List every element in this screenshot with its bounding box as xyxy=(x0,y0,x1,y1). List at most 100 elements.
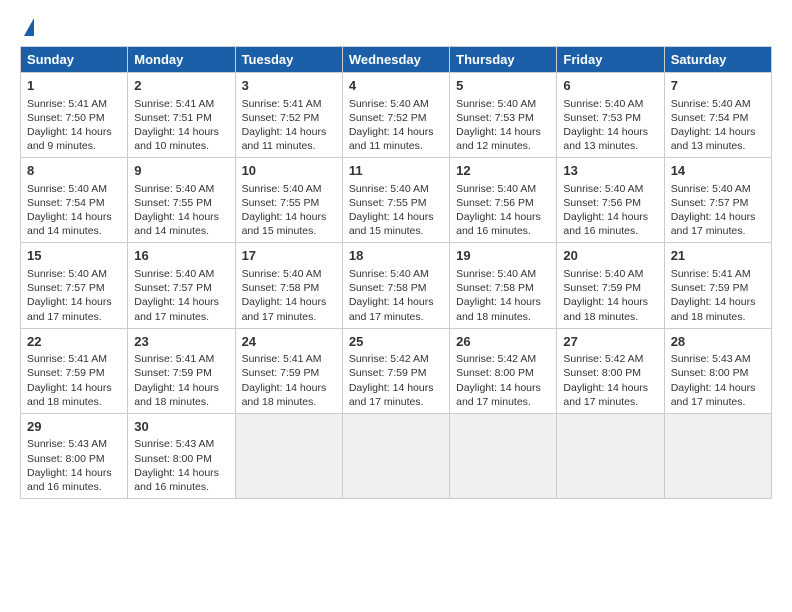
cell-line: Sunrise: 5:40 AM xyxy=(349,97,443,111)
cell-line: Daylight: 14 hours xyxy=(349,295,443,309)
cell-line: Sunset: 7:58 PM xyxy=(242,281,336,295)
header xyxy=(20,18,772,36)
calendar-table: SundayMondayTuesdayWednesdayThursdayFrid… xyxy=(20,46,772,499)
cell-line: Sunset: 7:50 PM xyxy=(27,111,121,125)
day-header-sunday: Sunday xyxy=(21,47,128,73)
calendar-cell: 29Sunrise: 5:43 AMSunset: 8:00 PMDayligh… xyxy=(21,413,128,498)
cell-line: and 9 minutes. xyxy=(27,139,121,153)
cell-line: Sunrise: 5:40 AM xyxy=(671,182,765,196)
calendar-cell: 2 Sunrise: 5:41 AMSunset: 7:51 PMDaylight… xyxy=(128,73,235,158)
cell-line: Sunrise: 5:41 AM xyxy=(242,352,336,366)
calendar-header-row: SundayMondayTuesdayWednesdayThursdayFrid… xyxy=(21,47,772,73)
calendar-week-row: 22Sunrise: 5:41 AMSunset: 7:59 PMDayligh… xyxy=(21,328,772,413)
cell-line: Sunrise: 5:41 AM xyxy=(671,267,765,281)
day-number: 30 xyxy=(134,418,228,436)
cell-line: Daylight: 14 hours xyxy=(242,295,336,309)
cell-line: Sunset: 7:55 PM xyxy=(349,196,443,210)
cell-line: Sunset: 7:57 PM xyxy=(671,196,765,210)
calendar-cell: 17Sunrise: 5:40 AMSunset: 7:58 PMDayligh… xyxy=(235,243,342,328)
cell-line: and 18 minutes. xyxy=(671,310,765,324)
cell-line: and 16 minutes. xyxy=(456,224,550,238)
day-number: 6 xyxy=(563,77,657,95)
cell-line: Sunrise: 5:40 AM xyxy=(349,267,443,281)
cell-line: Daylight: 14 hours xyxy=(134,381,228,395)
day-header-tuesday: Tuesday xyxy=(235,47,342,73)
day-number: 18 xyxy=(349,247,443,265)
day-number: 12 xyxy=(456,162,550,180)
cell-line: Sunset: 7:58 PM xyxy=(456,281,550,295)
calendar-cell: 4Sunrise: 5:40 AMSunset: 7:52 PMDaylight… xyxy=(342,73,449,158)
cell-line: and 17 minutes. xyxy=(456,395,550,409)
calendar-cell: 9Sunrise: 5:40 AMSunset: 7:55 PMDaylight… xyxy=(128,158,235,243)
cell-line: Sunrise: 5:40 AM xyxy=(563,267,657,281)
cell-line: and 17 minutes. xyxy=(242,310,336,324)
cell-line: Sunset: 7:53 PM xyxy=(563,111,657,125)
cell-line: Sunset: 7:55 PM xyxy=(134,196,228,210)
day-header-wednesday: Wednesday xyxy=(342,47,449,73)
calendar-week-row: 8Sunrise: 5:40 AMSunset: 7:54 PMDaylight… xyxy=(21,158,772,243)
calendar-cell: 20Sunrise: 5:40 AMSunset: 7:59 PMDayligh… xyxy=(557,243,664,328)
cell-line: Sunrise: 5:41 AM xyxy=(134,97,228,111)
cell-line: Sunrise: 5:40 AM xyxy=(456,182,550,196)
calendar-week-row: 1Sunrise: 5:41 AMSunset: 7:50 PMDaylight… xyxy=(21,73,772,158)
cell-line: Daylight: 14 hours xyxy=(242,381,336,395)
cell-line: and 12 minutes. xyxy=(456,139,550,153)
cell-line: Sunrise: 5:40 AM xyxy=(456,97,550,111)
cell-line: Sunset: 8:00 PM xyxy=(671,366,765,380)
cell-line: and 17 minutes. xyxy=(349,395,443,409)
cell-line: Daylight: 14 hours xyxy=(563,210,657,224)
cell-line: Daylight: 14 hours xyxy=(27,295,121,309)
day-number: 29 xyxy=(27,418,121,436)
day-number: 27 xyxy=(563,333,657,351)
calendar-cell: 22Sunrise: 5:41 AMSunset: 7:59 PMDayligh… xyxy=(21,328,128,413)
calendar-cell: 23Sunrise: 5:41 AMSunset: 7:59 PMDayligh… xyxy=(128,328,235,413)
calendar-cell: 28Sunrise: 5:43 AMSunset: 8:00 PMDayligh… xyxy=(664,328,771,413)
calendar-body: 1Sunrise: 5:41 AMSunset: 7:50 PMDaylight… xyxy=(21,73,772,499)
logo xyxy=(20,18,34,36)
cell-line: Sunrise: 5:40 AM xyxy=(563,182,657,196)
cell-line: and 17 minutes. xyxy=(349,310,443,324)
calendar-cell: 16Sunrise: 5:40 AMSunset: 7:57 PMDayligh… xyxy=(128,243,235,328)
day-number: 2 xyxy=(134,77,228,95)
cell-line: Sunrise: 5:40 AM xyxy=(242,267,336,281)
cell-line: and 17 minutes. xyxy=(563,395,657,409)
calendar-cell xyxy=(664,413,771,498)
calendar-cell: 26Sunrise: 5:42 AMSunset: 8:00 PMDayligh… xyxy=(450,328,557,413)
cell-line: Sunrise: 5:40 AM xyxy=(349,182,443,196)
cell-line: Sunset: 7:59 PM xyxy=(27,366,121,380)
cell-line: Sunset: 7:59 PM xyxy=(671,281,765,295)
cell-line: Sunrise: 5:40 AM xyxy=(27,182,121,196)
day-header-friday: Friday xyxy=(557,47,664,73)
calendar-cell: 13Sunrise: 5:40 AMSunset: 7:56 PMDayligh… xyxy=(557,158,664,243)
calendar-cell: 30Sunrise: 5:43 AMSunset: 8:00 PMDayligh… xyxy=(128,413,235,498)
cell-line: Sunrise: 5:42 AM xyxy=(563,352,657,366)
cell-line: and 13 minutes. xyxy=(671,139,765,153)
cell-line: Daylight: 14 hours xyxy=(27,210,121,224)
cell-line: and 16 minutes. xyxy=(563,224,657,238)
calendar-cell: 5Sunrise: 5:40 AMSunset: 7:53 PMDaylight… xyxy=(450,73,557,158)
cell-line: Sunset: 7:56 PM xyxy=(563,196,657,210)
cell-line: Sunset: 7:56 PM xyxy=(456,196,550,210)
cell-line: Sunrise: 5:40 AM xyxy=(242,182,336,196)
cell-line: and 11 minutes. xyxy=(242,139,336,153)
cell-line: Sunset: 7:57 PM xyxy=(27,281,121,295)
cell-line: Sunset: 7:51 PM xyxy=(134,111,228,125)
cell-line: Sunrise: 5:40 AM xyxy=(134,267,228,281)
day-number: 15 xyxy=(27,247,121,265)
calendar-cell: 18Sunrise: 5:40 AMSunset: 7:58 PMDayligh… xyxy=(342,243,449,328)
cell-line: Daylight: 14 hours xyxy=(563,125,657,139)
cell-line: Daylight: 14 hours xyxy=(671,381,765,395)
day-number: 24 xyxy=(242,333,336,351)
day-header-thursday: Thursday xyxy=(450,47,557,73)
cell-line: Daylight: 14 hours xyxy=(671,295,765,309)
cell-line: and 17 minutes. xyxy=(27,310,121,324)
cell-line: Daylight: 14 hours xyxy=(134,125,228,139)
cell-line: Daylight: 14 hours xyxy=(27,125,121,139)
day-number: 8 xyxy=(27,162,121,180)
cell-line: and 15 minutes. xyxy=(349,224,443,238)
calendar-page: SundayMondayTuesdayWednesdayThursdayFrid… xyxy=(0,0,792,612)
cell-line: Sunrise: 5:40 AM xyxy=(456,267,550,281)
calendar-cell: 14Sunrise: 5:40 AMSunset: 7:57 PMDayligh… xyxy=(664,158,771,243)
day-number: 5 xyxy=(456,77,550,95)
cell-line: and 18 minutes. xyxy=(456,310,550,324)
